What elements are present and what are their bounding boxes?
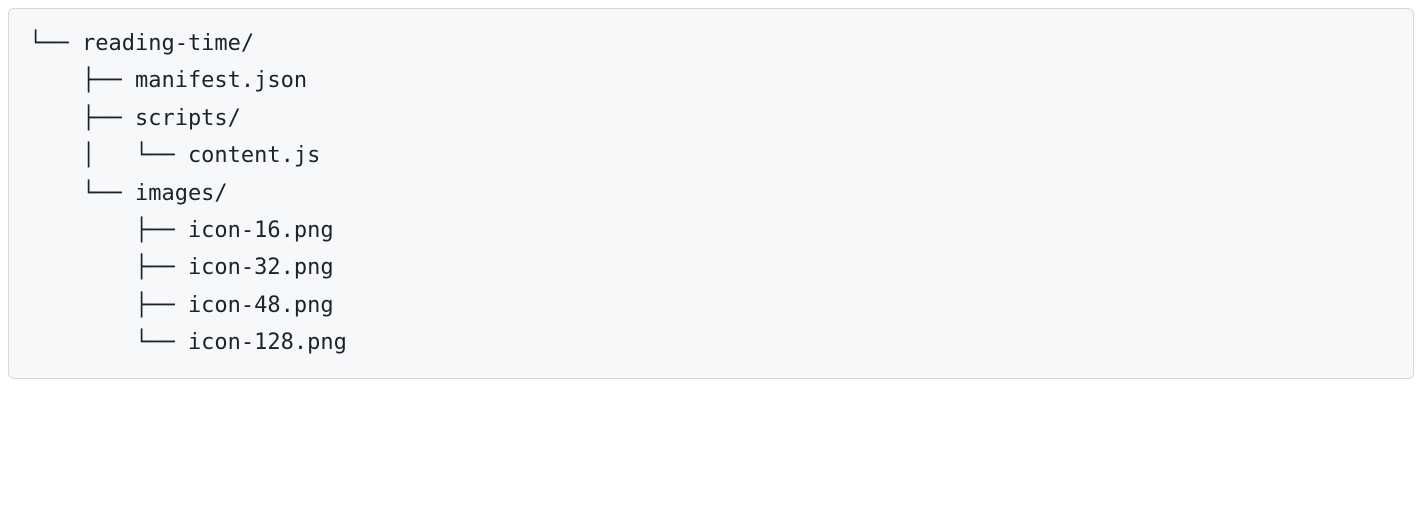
tree-line-manifest: ├── manifest.json — [29, 62, 1393, 99]
tree-line-images: └── images/ — [29, 175, 1393, 212]
file-tree-block: └── reading-time/ ├── manifest.json ├── … — [8, 8, 1414, 379]
tree-line-icon-16: ├── icon-16.png — [29, 212, 1393, 249]
tree-line-icon-128: └── icon-128.png — [29, 324, 1393, 361]
tree-line-content-js: │ └── content.js — [29, 137, 1393, 174]
tree-line-icon-48: ├── icon-48.png — [29, 287, 1393, 324]
tree-line-scripts: ├── scripts/ — [29, 100, 1393, 137]
tree-line-root: └── reading-time/ — [29, 25, 1393, 62]
tree-line-icon-32: ├── icon-32.png — [29, 249, 1393, 286]
